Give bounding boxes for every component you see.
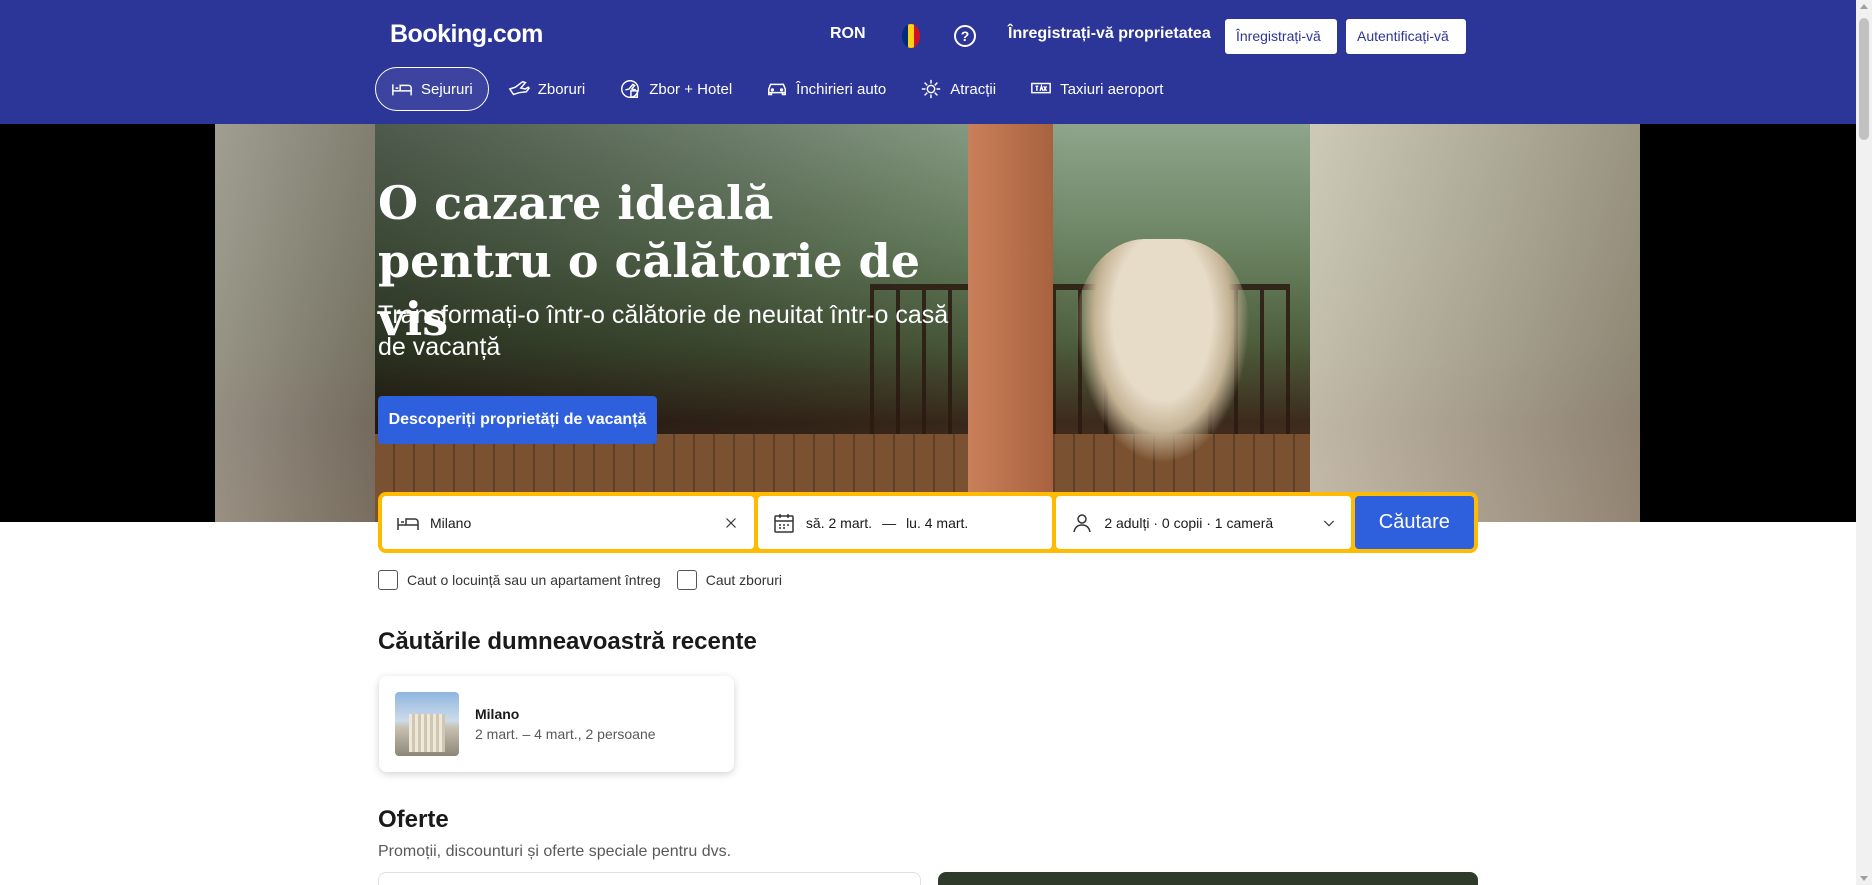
guests-field[interactable]: 2 adulți · 0 copii · 1 cameră [1056, 496, 1351, 549]
flights-checkbox-label[interactable]: Caut zboruri [706, 572, 782, 588]
tab-flights[interactable]: Zboruri [493, 67, 601, 111]
date-separator: — [882, 514, 897, 531]
apartment-checkbox-row[interactable]: Caut o locuință sau un apartament întreg [378, 570, 661, 590]
taxi-icon [1031, 82, 1051, 94]
tab-airport-taxis-label: Taxiuri aeroport [1060, 80, 1164, 98]
flights-checkbox[interactable] [676, 570, 697, 590]
tab-flights-label: Zboruri [537, 80, 586, 98]
hero-curtain-left [215, 124, 375, 522]
offer-card[interactable] [378, 872, 921, 885]
scroll-down-icon[interactable] [1860, 876, 1868, 881]
apartment-checkbox-label[interactable]: Caut o locuință sau un apartament întreg [407, 572, 661, 588]
clear-icon[interactable] [722, 514, 740, 532]
tab-airport-taxis[interactable]: Taxiuri aeroport [1015, 67, 1178, 111]
offer-card[interactable] [938, 872, 1478, 885]
tab-car-rental-label: Închirieri auto [796, 80, 887, 98]
bed-icon [392, 84, 412, 96]
checkout-date[interactable]: lu. 4 mart. [906, 515, 968, 531]
main-nav: Sejururi Zboruri Zbor + Hotel Închirieri… [375, 67, 1178, 113]
chevron-down-icon[interactable] [1321, 515, 1337, 531]
recent-search-city: Milano [475, 706, 520, 722]
booking-logo[interactable]: Booking.com [390, 20, 543, 49]
tab-stays-label: Sejururi [421, 80, 473, 98]
recent-search-details: 2 mart. – 4 mart., 2 persoane [475, 726, 656, 742]
attractions-icon [922, 79, 941, 99]
tab-flight-hotel-label: Zbor + Hotel [649, 80, 733, 98]
language-flag-icon[interactable] [902, 24, 920, 48]
page-scrollbar[interactable] [1856, 0, 1872, 885]
tab-attractions-label: Atracții [950, 80, 997, 98]
car-icon [768, 83, 787, 96]
calendar-icon [774, 513, 794, 533]
register-button[interactable]: Înregistrați-vă [1225, 19, 1337, 54]
person-icon [1073, 513, 1092, 532]
destination-field[interactable]: Milano [382, 496, 754, 549]
offers-subtitle: Promoții, discounturi și oferte speciale… [378, 843, 732, 860]
login-button[interactable]: Autentificați-vă [1346, 19, 1466, 54]
recent-searches-title: Căutările dumneavoastră recente [378, 628, 757, 655]
search-options: Caut o locuință sau un apartament întreg… [378, 570, 782, 590]
discover-vacation-homes-button[interactable]: Descoperiți proprietăți de vacanță [378, 396, 657, 444]
recent-search-card[interactable]: Milano 2 mart. – 4 mart., 2 persoane [379, 676, 734, 772]
search-bar: Milano să. 2 mart. — lu. 4 mart. 2 adulț… [378, 492, 1478, 553]
milano-thumbnail [395, 692, 459, 756]
hero-couple [1075, 239, 1250, 464]
bed-icon [397, 517, 419, 530]
dates-field[interactable]: să. 2 mart. — lu. 4 mart. [757, 496, 1053, 549]
register-property-link[interactable]: Înregistrați-vă proprietatea [1008, 25, 1211, 43]
hero-title-line1: O cazare ideală [378, 176, 774, 230]
plane-icon [508, 80, 530, 96]
help-icon[interactable]: ? [954, 25, 976, 47]
scroll-thumb[interactable] [1859, 18, 1869, 140]
offers-title: Oferte [378, 806, 449, 833]
tab-stays[interactable]: Sejururi [375, 67, 489, 111]
hero-subtitle: Transformați-o într-o călătorie de neuit… [378, 301, 949, 361]
tab-flight-hotel[interactable]: Zbor + Hotel [604, 67, 747, 111]
apartment-checkbox[interactable] [378, 570, 398, 590]
checkin-date[interactable]: să. 2 mart. [806, 515, 872, 531]
top-header: Booking.com RON ? Înregistrați-vă propri… [0, 0, 1856, 124]
search-button[interactable]: Căutare [1354, 496, 1474, 549]
hero-curtain-right [1310, 124, 1640, 522]
tab-car-rental[interactable]: Închirieri auto [751, 67, 901, 111]
guests-value[interactable]: 2 adulți · 0 copii · 1 cameră [1104, 515, 1310, 531]
flights-checkbox-row[interactable]: Caut zboruri [676, 570, 782, 590]
destination-value[interactable]: Milano [430, 515, 712, 531]
flight-hotel-icon [621, 80, 640, 98]
currency-selector[interactable]: RON [830, 25, 866, 43]
tab-attractions[interactable]: Atracții [905, 67, 1011, 111]
scroll-up-icon[interactable] [1860, 4, 1868, 9]
